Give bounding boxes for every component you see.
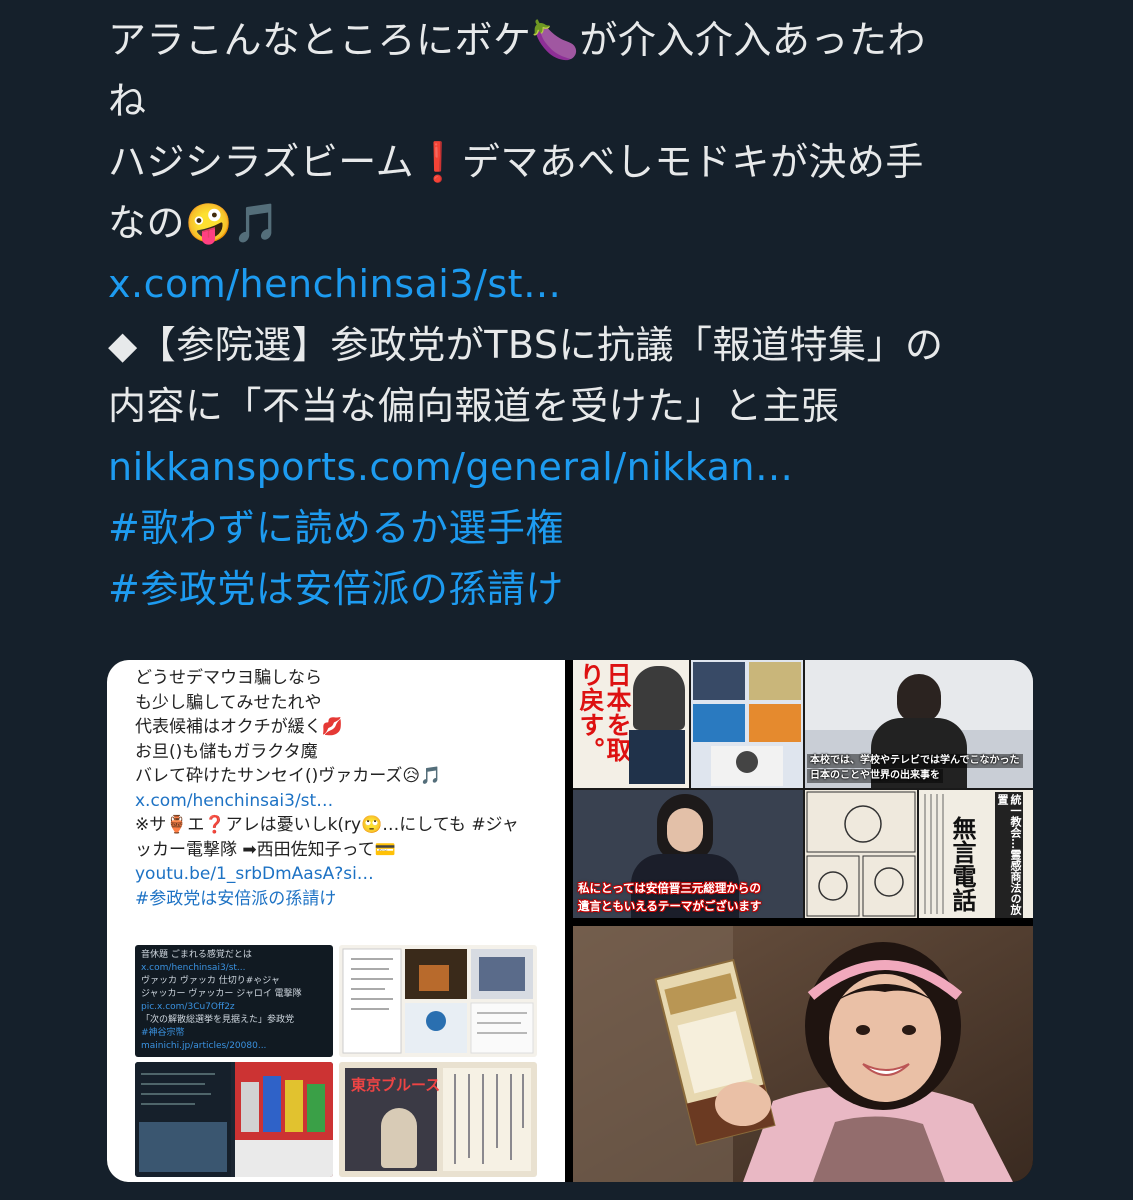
screenshot-link: youtu.be/1_srbDmAasA?si…	[135, 864, 374, 884]
nested-line: x.com/henchinsai3/st...	[141, 963, 246, 973]
screenshot-line: ※サ🏺エ❓アレは憂いしk(ry🙄…にしても #ジャ	[135, 815, 519, 835]
singer-figure	[381, 1108, 417, 1168]
media-image-collage[interactable]: 日本を取り戻す。 本校では、学校やテレビでは学んでこなかった 日本のことや世界の…	[573, 660, 1033, 918]
campaign-poster: 日本を取り戻す。	[573, 660, 689, 788]
manga-panel	[805, 790, 917, 918]
nested-record-image: 東京ブルース	[339, 1062, 537, 1177]
studio-video-frame: 本校では、学校やテレビでは学んでこなかった 日本のことや世界の出来事を	[805, 660, 1033, 788]
screenshot-media-grid: 音休題 ごまれる感覚だとは x.com/henchinsai3/st... ヴァ…	[135, 945, 537, 1177]
manga-art	[806, 791, 916, 917]
tweet-text: アラこんなところにボケ🍆が介入介入あったわ ね ハジシラズビーム❗デマあべしモド…	[108, 10, 1038, 620]
media-grid[interactable]: どうせデマウヨ騙しなら も少し騙してみせたれや 代表候補はオクチが緩く💋 お旦(…	[107, 660, 1033, 1182]
speech-caption-2: 遺言ともいえるテーマがございます	[578, 899, 762, 913]
tweet-line: ね	[108, 79, 147, 123]
nested-line: ヴァッカ ヴァッカ 仕切り#ゃジャ	[141, 976, 280, 986]
tweet-line: ハジシラズビーム❗デマあべしモドキが決め手	[108, 140, 924, 184]
poster-figure	[629, 730, 685, 784]
poster-portrait	[633, 666, 685, 730]
nested-line: mainichi.jp/articles/20080...	[141, 1041, 267, 1051]
nested-line: #神谷宗幣	[141, 1028, 185, 1038]
screenshot-line: バレて砕けたサンセイ()ヴァカーズ😥🎵	[135, 766, 442, 786]
nested-line: pic.x.com/3Cu7Off2z	[141, 1002, 235, 1012]
tweet-line: アラこんなところにボケ🍆が介入介入あったわ	[108, 18, 926, 62]
collage-illustration	[342, 948, 534, 1054]
newspaper-clipping: 無言電話 統一教会…霊感商法の放置	[919, 790, 1033, 918]
news-thumbnails-art	[693, 662, 801, 786]
hashtag-link[interactable]: #参政党は安倍派の孫請け	[108, 559, 1038, 620]
record-title: 東京ブルース	[351, 1076, 441, 1094]
ranger-illustration	[135, 1062, 333, 1177]
nested-line: 「次の解散総選挙を見据えた」参政党	[141, 1015, 295, 1025]
screenshot-line: ッカー電撃隊 ➡西田佐知子って💳	[135, 839, 396, 860]
speech-caption-1: 私にとっては安倍晋三元総理からの	[578, 881, 761, 895]
screenshot-hashtag: #参政党は安倍派の孫請け	[135, 888, 337, 909]
screenshot-link: x.com/henchinsai3/st…	[135, 790, 334, 811]
nested-tweet-screenshot: 音休題 ごまれる感覚だとは x.com/henchinsai3/st... ヴァ…	[135, 945, 333, 1057]
tweet-line: 内容に「不当な偏向報道を受けた」と主張	[108, 384, 840, 428]
tweet-line: なの🤪🎵	[108, 201, 281, 245]
speaker-face	[667, 808, 703, 852]
handwritten-note	[443, 1068, 531, 1171]
screenshot-line: どうせデマウヨ騙しなら	[135, 668, 322, 688]
media-image-commercial[interactable]	[573, 926, 1033, 1182]
nested-line: ジャッカー ヴァッカー ジャロイ 電撃隊	[141, 989, 302, 999]
tweet-line: ◆【参院選】参政党がTBSに抗議「報道特集」の	[108, 323, 944, 367]
newspaper-headline: 無言電話	[948, 816, 977, 912]
presenter-head	[897, 674, 941, 722]
nested-ranger-image	[135, 1062, 333, 1177]
tweet-link-xcom[interactable]: x.com/henchinsai3/st…	[108, 254, 1038, 315]
nested-line: 音休題 ごまれる感覚だとは	[141, 950, 252, 960]
studio-caption-2: 日本のことや世界の出来事を	[807, 769, 943, 783]
newspaper-subheadline: 統一教会…霊感商法の放置	[995, 792, 1023, 918]
news-thumbnails	[691, 660, 803, 788]
nested-collage-image	[339, 945, 537, 1057]
tweet-link-nikkansports[interactable]: nikkansports.com/general/nikkan…	[108, 437, 1038, 498]
studio-caption-1: 本校では、学校やテレビでは学んでこなかった	[807, 754, 1023, 768]
screenshot-line: 代表候補はオクチが緩く💋	[135, 717, 343, 737]
hashtag-link[interactable]: #歌わずに読めるか選手権	[108, 498, 1038, 559]
commercial-still	[573, 926, 1033, 1182]
screenshot-tweet-text: どうせデマウヨ騙しなら も少し騙してみせたれや 代表候補はオクチが緩く💋 お旦(…	[135, 666, 555, 911]
newspaper-columns	[924, 794, 944, 914]
media-image-tweet-screenshot[interactable]: どうせデマウヨ騙しなら も少し騙してみせたれや 代表候補はオクチが緩く💋 お旦(…	[107, 660, 565, 1182]
speech-video-frame: 私にとっては安倍晋三元総理からの 遺言ともいえるテーマがございます	[573, 790, 803, 918]
screenshot-line: も少し騙してみせたれや	[135, 692, 322, 713]
screenshot-line: お旦()も儲もガラクタ魔	[135, 741, 318, 762]
record-sleeve: 東京ブルース	[345, 1068, 441, 1171]
poster-slogan: 日本を取り戻す。	[576, 662, 632, 762]
